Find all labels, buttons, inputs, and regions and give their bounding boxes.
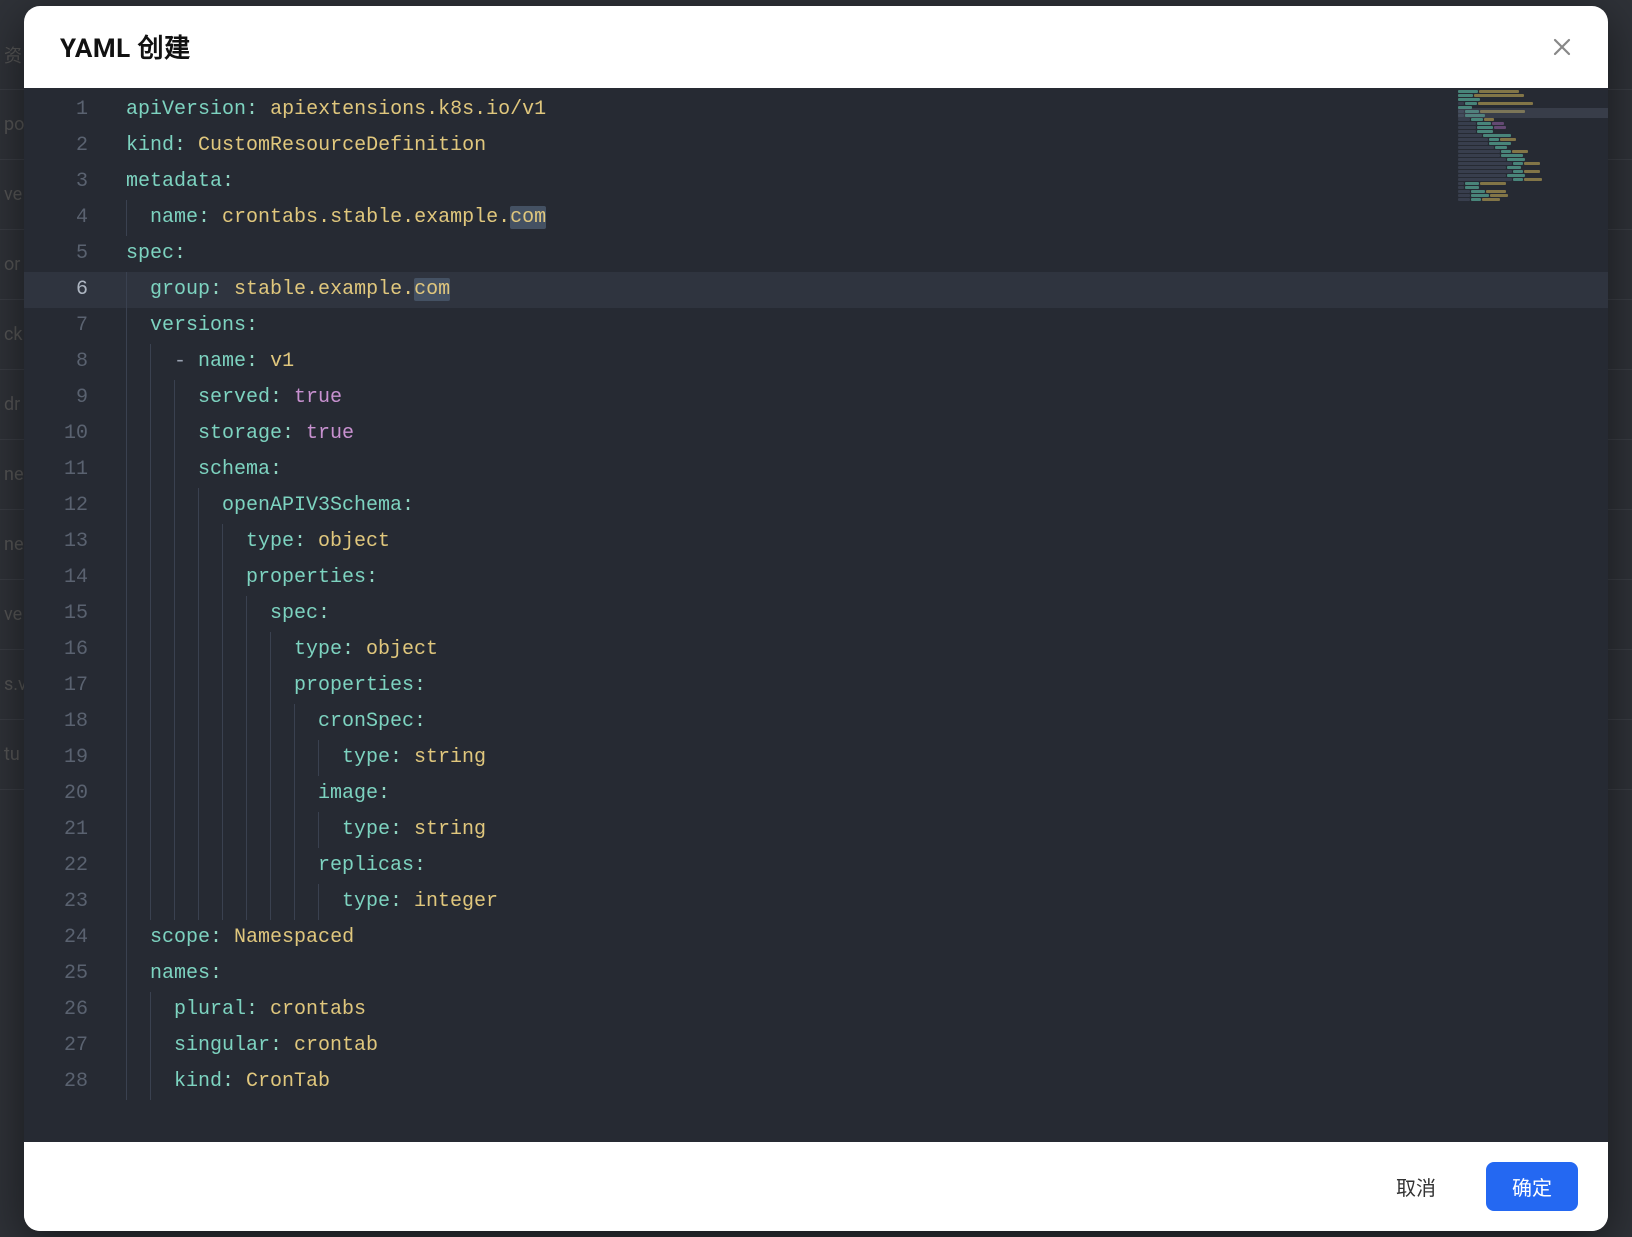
code-content: plural: crontabs: [112, 992, 1608, 1028]
line-number: 24: [24, 920, 112, 956]
code-line[interactable]: 22replicas:: [24, 848, 1608, 884]
line-number: 3: [24, 164, 112, 200]
cancel-button[interactable]: 取消: [1370, 1162, 1462, 1211]
line-number: 4: [24, 200, 112, 236]
code-content: replicas:: [112, 848, 1608, 884]
code-line[interactable]: 9served: true: [24, 380, 1608, 416]
modal-body: 1apiVersion: apiextensions.k8s.io/v12kin…: [24, 88, 1608, 1142]
line-number: 16: [24, 632, 112, 668]
code-line[interactable]: 18cronSpec:: [24, 704, 1608, 740]
confirm-button[interactable]: 确定: [1486, 1162, 1578, 1211]
code-line[interactable]: 26plural: crontabs: [24, 992, 1608, 1028]
code-line[interactable]: 8- name: v1: [24, 344, 1608, 380]
code-line[interactable]: 7versions:: [24, 308, 1608, 344]
code-line[interactable]: 13type: object: [24, 524, 1608, 560]
code-content: properties:: [112, 668, 1608, 704]
line-number: 15: [24, 596, 112, 632]
line-number: 11: [24, 452, 112, 488]
line-number: 23: [24, 884, 112, 920]
code-line[interactable]: 20image:: [24, 776, 1608, 812]
code-line[interactable]: 6group: stable.example.com: [24, 272, 1608, 308]
code-line[interactable]: 10storage: true: [24, 416, 1608, 452]
line-number: 20: [24, 776, 112, 812]
code-content: kind: CronTab: [112, 1064, 1608, 1100]
line-number: 19: [24, 740, 112, 776]
line-number: 13: [24, 524, 112, 560]
code-line[interactable]: 16type: object: [24, 632, 1608, 668]
yaml-create-modal: YAML 创建 1apiVersion: apiextensions.k8s.i…: [24, 6, 1608, 1231]
code-line[interactable]: 3metadata:: [24, 164, 1608, 200]
code-line[interactable]: 11schema:: [24, 452, 1608, 488]
code-line[interactable]: 27singular: crontab: [24, 1028, 1608, 1064]
code-content: openAPIV3Schema:: [112, 488, 1608, 524]
line-number: 6: [24, 272, 112, 308]
code-line[interactable]: 2kind: CustomResourceDefinition: [24, 128, 1608, 164]
line-number: 18: [24, 704, 112, 740]
code-content: storage: true: [112, 416, 1608, 452]
line-number: 8: [24, 344, 112, 380]
code-content: spec:: [112, 596, 1608, 632]
code-content: singular: crontab: [112, 1028, 1608, 1064]
code-content: schema:: [112, 452, 1608, 488]
line-number: 26: [24, 992, 112, 1028]
code-content: type: string: [112, 812, 1608, 848]
code-line[interactable]: 14properties:: [24, 560, 1608, 596]
code-line[interactable]: 4name: crontabs.stable.example.com: [24, 200, 1608, 236]
line-number: 22: [24, 848, 112, 884]
code-line[interactable]: 19type: string: [24, 740, 1608, 776]
code-line[interactable]: 17properties:: [24, 668, 1608, 704]
code-content: name: crontabs.stable.example.com: [112, 200, 1608, 236]
code-content: spec:: [112, 236, 1608, 272]
line-number: 27: [24, 1028, 112, 1064]
line-number: 21: [24, 812, 112, 848]
line-number: 14: [24, 560, 112, 596]
code-line[interactable]: 24scope: Namespaced: [24, 920, 1608, 956]
close-icon[interactable]: [1546, 31, 1578, 63]
line-number: 7: [24, 308, 112, 344]
line-number: 2: [24, 128, 112, 164]
code-content: served: true: [112, 380, 1608, 416]
code-content: type: object: [112, 632, 1608, 668]
line-number: 12: [24, 488, 112, 524]
modal-title: YAML 创建: [60, 28, 191, 65]
code-content: apiVersion: apiextensions.k8s.io/v1: [112, 92, 1608, 128]
line-number: 17: [24, 668, 112, 704]
code-line[interactable]: 12openAPIV3Schema:: [24, 488, 1608, 524]
code-line[interactable]: 5spec:: [24, 236, 1608, 272]
code-content: type: object: [112, 524, 1608, 560]
code-line[interactable]: 21type: string: [24, 812, 1608, 848]
code-line[interactable]: 25names:: [24, 956, 1608, 992]
code-content: type: string: [112, 740, 1608, 776]
line-number: 1: [24, 92, 112, 128]
line-number: 25: [24, 956, 112, 992]
code-line[interactable]: 28kind: CronTab: [24, 1064, 1608, 1100]
modal-footer: 取消 确定: [24, 1142, 1608, 1231]
yaml-editor[interactable]: 1apiVersion: apiextensions.k8s.io/v12kin…: [24, 88, 1608, 1142]
line-number: 10: [24, 416, 112, 452]
modal-header: YAML 创建: [24, 6, 1608, 88]
line-number: 5: [24, 236, 112, 272]
code-content: properties:: [112, 560, 1608, 596]
code-content: - name: v1: [112, 344, 1608, 380]
code-line[interactable]: 1apiVersion: apiextensions.k8s.io/v1: [24, 92, 1608, 128]
code-content: metadata:: [112, 164, 1608, 200]
line-number: 28: [24, 1064, 112, 1100]
code-content: type: integer: [112, 884, 1608, 920]
code-line[interactable]: 23type: integer: [24, 884, 1608, 920]
code-content: group: stable.example.com: [112, 272, 1608, 308]
code-content: cronSpec:: [112, 704, 1608, 740]
code-line[interactable]: 15spec:: [24, 596, 1608, 632]
code-content: image:: [112, 776, 1608, 812]
code-content: versions:: [112, 308, 1608, 344]
line-number: 9: [24, 380, 112, 416]
code-content: names:: [112, 956, 1608, 992]
code-content: scope: Namespaced: [112, 920, 1608, 956]
code-content: kind: CustomResourceDefinition: [112, 128, 1608, 164]
